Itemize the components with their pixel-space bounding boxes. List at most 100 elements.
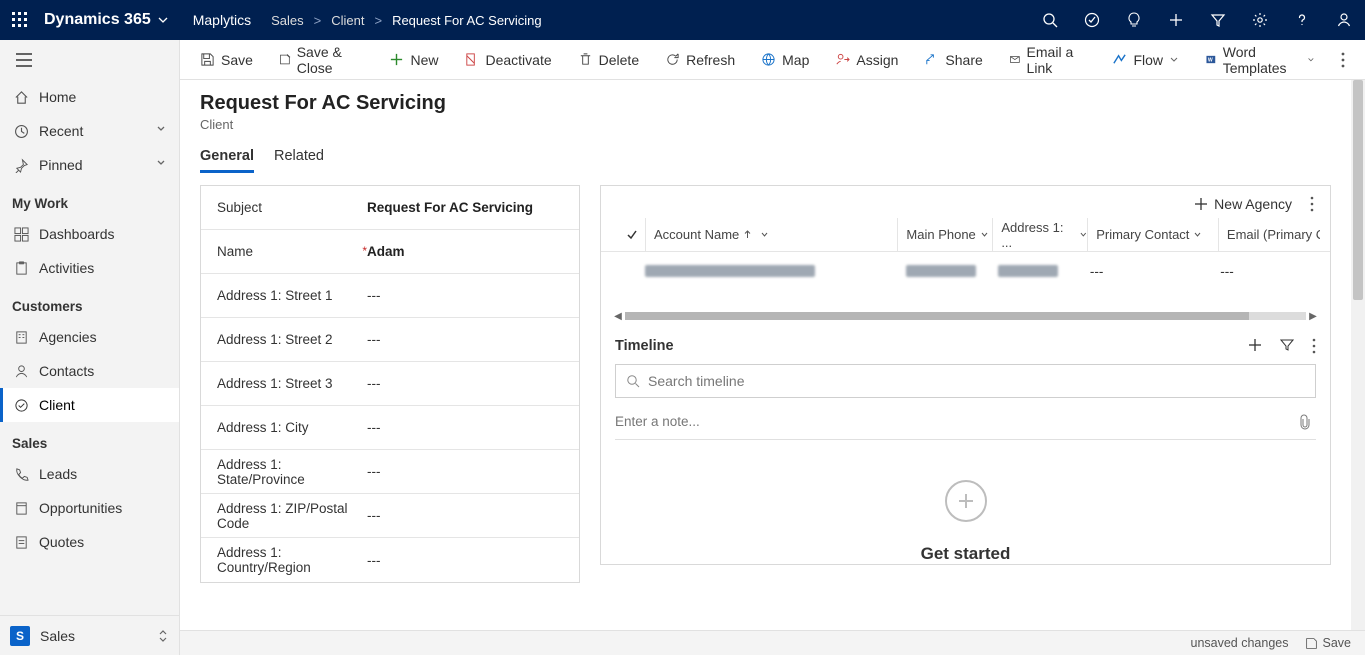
col-address[interactable]: Address 1: ...: [992, 218, 1087, 251]
new-agency-button[interactable]: New Agency: [1194, 196, 1292, 212]
cmd-deactivate[interactable]: Deactivate: [454, 45, 561, 75]
scroll-right-icon[interactable]: ▶: [1306, 309, 1320, 323]
field-label: Subject: [217, 200, 367, 215]
cmd-assign[interactable]: Assign: [825, 45, 908, 75]
updown-icon: [157, 629, 169, 643]
subgrid-hscroll[interactable]: ◀ ▶: [611, 308, 1320, 324]
pin-icon: [14, 158, 29, 173]
field-zip[interactable]: Address 1: ZIP/Postal Code ---: [201, 494, 579, 538]
field-street1[interactable]: Address 1: Street 1 ---: [201, 274, 579, 318]
label: Primary Contact: [1096, 227, 1189, 242]
field-country[interactable]: Address 1: Country/Region ---: [201, 538, 579, 582]
subgrid-more[interactable]: [1310, 196, 1314, 212]
label: Save: [1323, 636, 1352, 650]
field-state[interactable]: Address 1: State/Province ---: [201, 450, 579, 494]
tab-related[interactable]: Related: [274, 148, 324, 173]
timeline-more[interactable]: [1312, 338, 1316, 354]
cmd-flow[interactable]: Flow: [1102, 45, 1189, 75]
sitemap-quotes[interactable]: Quotes: [0, 525, 179, 559]
get-started-plus[interactable]: [945, 480, 987, 522]
sitemap-recent[interactable]: Recent: [0, 114, 179, 148]
plus-icon[interactable]: [1155, 0, 1197, 40]
timeline-search[interactable]: Search timeline: [615, 364, 1316, 398]
sitemap-pinned[interactable]: Pinned: [0, 148, 179, 182]
task-flow-icon[interactable]: [1071, 0, 1113, 40]
label: Assign: [856, 52, 898, 68]
breadcrumb: Sales > Client > Request For AC Servicin…: [271, 13, 542, 28]
user-icon[interactable]: [1323, 0, 1365, 40]
tab-general[interactable]: General: [200, 148, 254, 173]
col-email[interactable]: Email (Primary Con: [1218, 218, 1320, 251]
select-all[interactable]: [611, 218, 645, 251]
label: Leads: [39, 466, 77, 482]
timeline-note-input[interactable]: Enter a note...: [615, 404, 1316, 440]
cmd-delete[interactable]: Delete: [568, 45, 649, 75]
col-primary-contact[interactable]: Primary Contact: [1087, 218, 1218, 251]
cmd-save[interactable]: Save: [190, 45, 263, 75]
home-icon: [14, 90, 29, 105]
main-area: Save Save & Close New Deactivate Delete …: [180, 40, 1365, 655]
app-launcher-icon[interactable]: [0, 0, 40, 40]
cmd-overflow[interactable]: [1331, 45, 1355, 75]
col-main-phone[interactable]: Main Phone: [897, 218, 992, 251]
field-subject[interactable]: Subject Request For AC Servicing: [201, 186, 579, 230]
cmd-new[interactable]: New: [379, 45, 448, 75]
sitemap-leads[interactable]: Leads: [0, 457, 179, 491]
breadcrumb-item[interactable]: Sales: [271, 13, 304, 28]
cmd-email-link[interactable]: Email a Link: [999, 45, 1097, 75]
save-icon: [1305, 637, 1318, 650]
refresh-icon: [665, 52, 680, 67]
sitemap-home[interactable]: Home: [0, 80, 179, 114]
area-switcher[interactable]: S Sales: [0, 615, 179, 655]
help-icon[interactable]: [1281, 0, 1323, 40]
cmd-refresh[interactable]: Refresh: [655, 45, 745, 75]
search-icon[interactable]: [1029, 0, 1071, 40]
sitemap-client[interactable]: Client: [0, 388, 179, 422]
field-name[interactable]: Name Adam: [201, 230, 579, 274]
cmd-map[interactable]: Map: [751, 45, 819, 75]
save-icon: [200, 52, 215, 67]
sitemap-toggle[interactable]: [0, 40, 179, 80]
field-street3[interactable]: Address 1: Street 3 ---: [201, 362, 579, 406]
label: Agencies: [39, 329, 97, 345]
field-city[interactable]: Address 1: City ---: [201, 406, 579, 450]
search-icon: [626, 374, 640, 388]
module-name[interactable]: Maplytics: [193, 12, 251, 28]
sitemap-activities[interactable]: Activities: [0, 251, 179, 285]
cmd-word-templates[interactable]: W Word Templates: [1195, 45, 1325, 75]
sitemap-contacts[interactable]: Contacts: [0, 354, 179, 388]
bulb-icon[interactable]: [1113, 0, 1155, 40]
globe-icon: [761, 52, 776, 67]
cmd-save-close[interactable]: Save & Close: [269, 45, 374, 75]
more-vertical-icon: [1341, 52, 1345, 68]
footer-save[interactable]: Save: [1305, 636, 1352, 650]
page-scrollbar[interactable]: [1351, 80, 1365, 630]
field-value: ---: [367, 464, 573, 479]
scroll-thumb[interactable]: [1353, 80, 1363, 300]
subgrid-row[interactable]: --- ---: [601, 252, 1330, 290]
scroll-thumb[interactable]: [625, 312, 1249, 320]
timeline-add[interactable]: [1248, 338, 1262, 354]
redacted-text: [645, 265, 815, 277]
sitemap-opportunities[interactable]: Opportunities: [0, 491, 179, 525]
field-value: ---: [367, 288, 573, 303]
cmd-share[interactable]: Share: [914, 45, 992, 75]
timeline-filter[interactable]: [1280, 338, 1294, 354]
scroll-left-icon[interactable]: ◀: [611, 309, 625, 323]
breadcrumb-item[interactable]: Client: [331, 13, 364, 28]
global-header: Dynamics 365 Maplytics Sales > Client > …: [0, 0, 1365, 40]
field-street2[interactable]: Address 1: Street 2 ---: [201, 318, 579, 362]
filter-icon[interactable]: [1197, 0, 1239, 40]
attach-icon[interactable]: [1298, 414, 1312, 430]
field-value: Adam: [367, 244, 573, 259]
label: Main Phone: [906, 227, 975, 242]
form-footer: unsaved changes Save: [180, 630, 1365, 655]
label: Save: [221, 52, 253, 68]
app-name-dropdown[interactable]: Dynamics 365: [44, 11, 169, 29]
client-icon: [14, 398, 29, 413]
sitemap-agencies[interactable]: Agencies: [0, 320, 179, 354]
sitemap-dashboards[interactable]: Dashboards: [0, 217, 179, 251]
field-label: Name: [217, 244, 367, 259]
gear-icon[interactable]: [1239, 0, 1281, 40]
col-account-name[interactable]: Account Name: [645, 218, 897, 251]
